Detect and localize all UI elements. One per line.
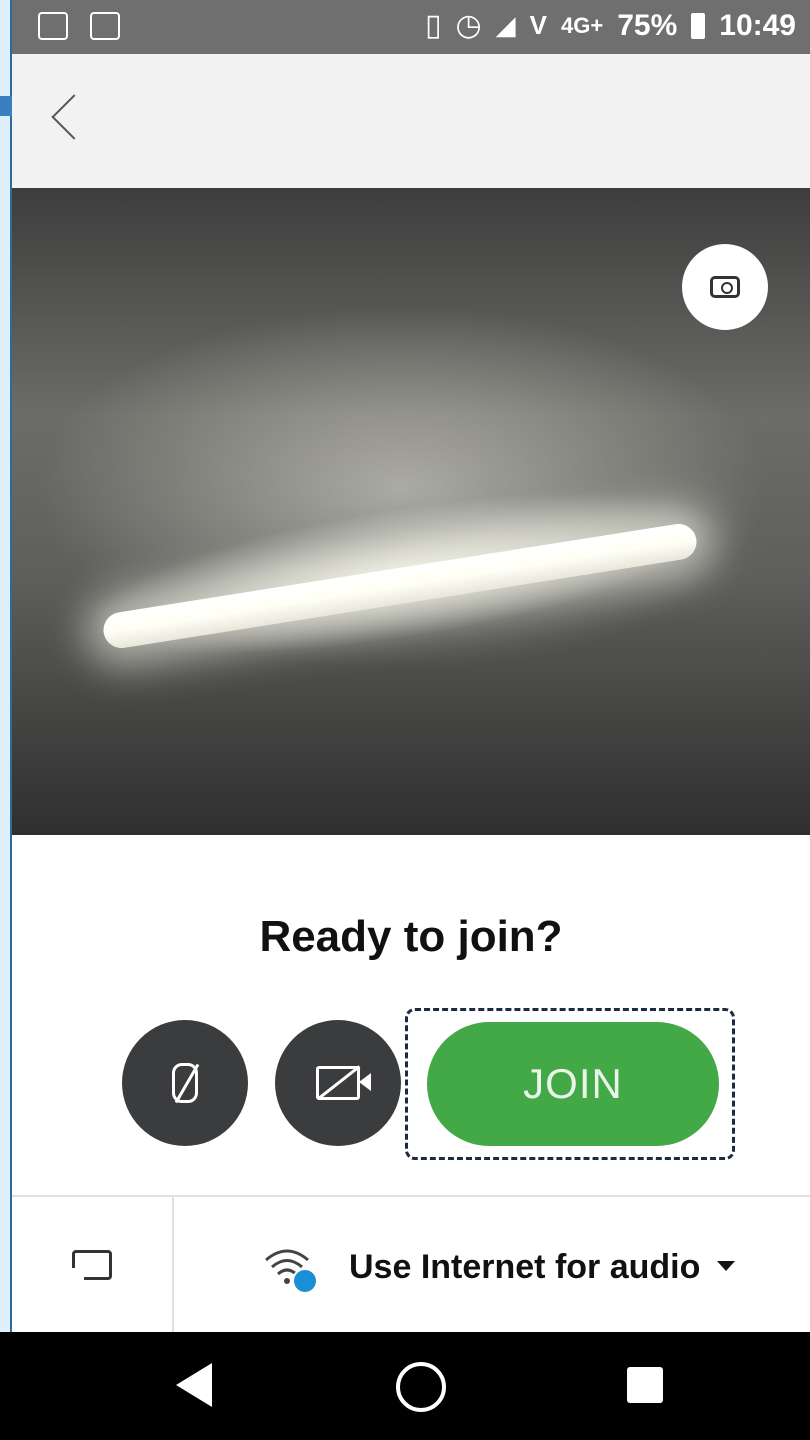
mic-toggle-button[interactable]: [122, 1020, 248, 1146]
edge-marker: [0, 96, 12, 116]
divider: [172, 1197, 174, 1332]
video-off-icon: [316, 1065, 371, 1100]
flip-camera-icon: [710, 276, 740, 298]
alarm-icon: ◷: [455, 9, 482, 42]
network-type: 4G+: [561, 12, 604, 38]
battery-icon: [691, 12, 706, 39]
check-icon: [292, 1268, 318, 1294]
nav-recents-icon[interactable]: [627, 1367, 663, 1403]
camera-toggle-button[interactable]: [275, 1020, 401, 1146]
cast-icon[interactable]: [72, 1250, 112, 1280]
mic-off-icon: [172, 1063, 200, 1104]
join-button[interactable]: JOIN: [427, 1022, 719, 1146]
flip-camera-button[interactable]: [682, 244, 768, 330]
caret-down-icon[interactable]: [717, 1261, 735, 1271]
left-edge-strip: [0, 0, 12, 1440]
activity-icon: [90, 12, 120, 40]
nav-back-icon[interactable]: [176, 1363, 212, 1407]
clock: 10:49: [719, 8, 796, 42]
volte-icon: V: [529, 10, 548, 40]
battery-percent: 75%: [617, 8, 678, 42]
gallery-icon: [38, 12, 68, 40]
divider: [12, 1195, 810, 1197]
ready-title: Ready to join?: [259, 912, 563, 961]
app-header: [12, 54, 810, 188]
signal-icon: ◢: [495, 10, 516, 40]
status-bar: ▯ ◷ ◢ V 4G+ 75% 10:49: [12, 0, 810, 54]
audio-mode-dropdown[interactable]: Use Internet for audio: [349, 1248, 700, 1287]
vibrate-icon: ▯: [424, 9, 442, 42]
nav-home-icon[interactable]: [396, 1362, 446, 1412]
camera-preview: [12, 188, 810, 835]
